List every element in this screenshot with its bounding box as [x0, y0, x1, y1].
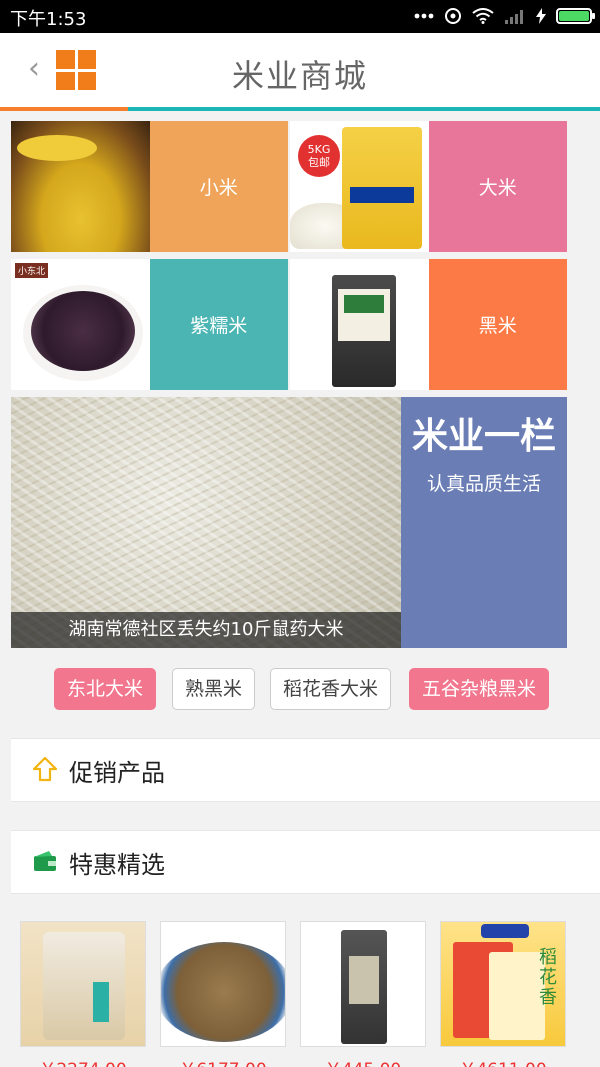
banner-side-panel[interactable]: 米业一栏 认真品质生活: [401, 397, 567, 648]
tag-list: 东北大米 熟黑米 稻花香大米 五谷杂粮黑米: [11, 648, 567, 738]
wifi-icon: [472, 8, 494, 24]
product-price-1: ￥2274.00: [20, 1055, 146, 1067]
banner-image[interactable]: 湖南常德社区丢失约10斤鼠药大米: [11, 397, 401, 648]
product-card-4[interactable]: 稻花香: [440, 921, 566, 1047]
tag-grain-black-rice[interactable]: 五谷杂粮黑米: [409, 668, 550, 710]
product-4-package-text: 稻花香: [539, 947, 557, 1008]
category-row-2: 小东北 紫糯米 黑米: [11, 259, 567, 390]
section-promo-products[interactable]: 促销产品: [11, 738, 600, 802]
section-promo-title: 促销产品: [69, 759, 165, 787]
app-header: ‹ 米业商城: [0, 33, 600, 111]
product-price-2: ￥6177.00: [160, 1055, 286, 1067]
product-price-4: ￥4611.00: [440, 1055, 566, 1067]
mixed-grain-image[interactable]: [290, 259, 429, 390]
category-rice[interactable]: 大米: [428, 121, 567, 252]
category-black-rice[interactable]: 黑米: [428, 259, 567, 390]
house-outline-icon: [32, 756, 58, 782]
banner-caption: 湖南常德社区丢失约10斤鼠药大米: [11, 612, 401, 648]
brand-tag: 小东北: [15, 263, 49, 278]
charging-icon: [536, 8, 546, 24]
battery-icon: [556, 8, 595, 24]
status-time: 下午1:53: [10, 9, 87, 30]
purple-rice-image[interactable]: 小东北: [11, 259, 150, 390]
product-card-1[interactable]: [20, 921, 146, 1047]
section-deals[interactable]: 特惠精选: [11, 830, 600, 894]
free-shipping-badge: 5KG 包邮: [298, 135, 340, 177]
signal-icon: [505, 10, 523, 24]
header-divider: [0, 107, 600, 111]
product-card-2[interactable]: [160, 921, 286, 1047]
product-list: ￥2274.00 ￥6177.00 ￥445.00 稻花香 ￥4611.00: [20, 921, 580, 1067]
status-bar: 下午1:53: [0, 0, 600, 33]
section-deals-title: 特惠精选: [69, 851, 165, 879]
banner-side-title: 米业一栏: [411, 416, 556, 457]
product-card-3[interactable]: [300, 921, 426, 1047]
more-dots-icon: [414, 13, 434, 19]
category-row-1: 小米 5KG 包邮 大米: [11, 121, 567, 252]
rice-bag-image[interactable]: 5KG 包邮: [290, 121, 429, 252]
promo-banner[interactable]: 湖南常德社区丢失约10斤鼠药大米 米业一栏 认真品质生活: [11, 397, 567, 648]
page-title: 米业商城: [231, 57, 368, 95]
category-purple-rice[interactable]: 紫糯米: [149, 259, 288, 390]
wallet-icon: [34, 851, 56, 871]
status-icons: [414, 7, 595, 25]
millet-image[interactable]: [11, 121, 150, 252]
tag-daohuaxiang-rice[interactable]: 稻花香大米: [270, 668, 392, 710]
hotspot-icon: [445, 8, 461, 24]
main-content: 小米 5KG 包邮 大米 小东北 紫糯米 黑米 湖南常德社区丢失约10斤鼠药大米…: [11, 121, 567, 738]
banner-side-subtitle: 认真品质生活: [426, 473, 541, 495]
product-price-3: ￥445.00: [300, 1055, 426, 1067]
tag-cooked-black-rice[interactable]: 熟黑米: [172, 668, 256, 710]
tag-northeast-rice[interactable]: 东北大米: [54, 668, 157, 710]
category-millet[interactable]: 小米: [149, 121, 288, 252]
